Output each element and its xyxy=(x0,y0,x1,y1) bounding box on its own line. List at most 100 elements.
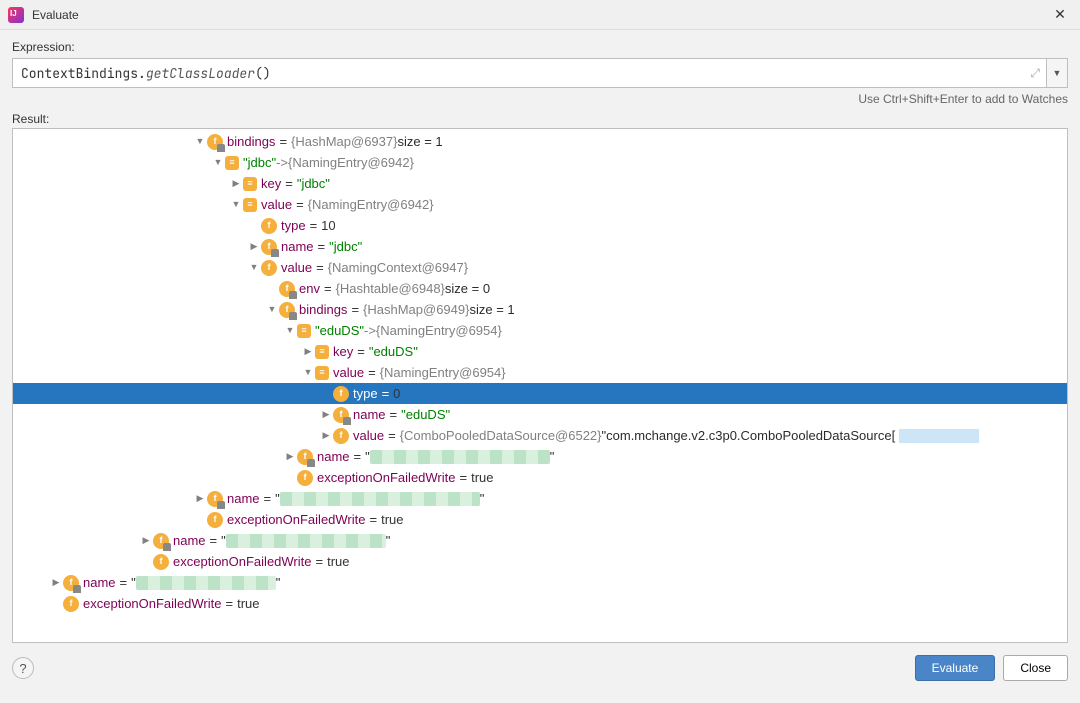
field-name: bindings xyxy=(227,131,275,152)
redacted-value xyxy=(370,450,550,464)
result-label: Result: xyxy=(12,112,1068,126)
field-name: exceptionOnFailedWrite xyxy=(173,551,312,572)
object-ref: {NamingEntry@6942} xyxy=(288,152,414,173)
equals-sign: = xyxy=(460,467,468,488)
field-icon: f xyxy=(153,554,169,570)
chevron-right-icon[interactable] xyxy=(49,572,63,593)
quote: " xyxy=(480,488,485,509)
field-name: name xyxy=(173,530,206,551)
tree-row[interactable]: ≡value = {NamingEntry@6942} xyxy=(13,194,1067,215)
chevron-down-icon[interactable] xyxy=(301,362,315,383)
footer: ? Evaluate Close xyxy=(0,643,1080,693)
chevron-right-icon[interactable] xyxy=(319,425,333,446)
field-lock-icon: f xyxy=(279,302,295,318)
expr-method: getClassLoader xyxy=(146,65,255,82)
close-button[interactable]: Close xyxy=(1003,655,1068,681)
expand-icon[interactable]: ⤢ xyxy=(1030,65,1040,81)
result-panel[interactable]: fbindings = {HashMap@6937} size = 1≡"jdb… xyxy=(12,128,1068,643)
field-name: name xyxy=(227,488,260,509)
chevron-down-icon[interactable] xyxy=(247,257,261,278)
help-button[interactable]: ? xyxy=(12,657,34,679)
tree-row[interactable]: fname = "jdbc" xyxy=(13,236,1067,257)
quote: " xyxy=(550,446,555,467)
object-ref: {NamingContext@6947} xyxy=(328,257,468,278)
field-icon: f xyxy=(333,428,349,444)
tree-row[interactable]: fvalue = {ComboPooledDataSource@6522} "c… xyxy=(13,425,1067,446)
chevron-down-icon[interactable] xyxy=(265,299,279,320)
chevron-right-icon[interactable] xyxy=(301,341,315,362)
quote: " xyxy=(276,572,281,593)
tree-row[interactable]: fexceptionOnFailedWrite = true xyxy=(13,509,1067,530)
field-icon: f xyxy=(261,218,277,234)
field-name: type xyxy=(353,383,378,404)
chevron-down-icon[interactable] xyxy=(229,194,243,215)
field-lock-icon: f xyxy=(279,281,295,297)
tostring-text: "com.mchange.v2.c3p0.ComboPooledDataSour… xyxy=(602,425,896,446)
object-ref: {NamingEntry@6942} xyxy=(308,194,434,215)
tree-row[interactable]: fbindings = {HashMap@6949} size = 1 xyxy=(13,299,1067,320)
tree-row[interactable]: fname = "" xyxy=(13,530,1067,551)
tree-row[interactable]: ftype = 0 xyxy=(13,383,1067,404)
expr-suffix: () xyxy=(255,65,271,82)
tree-row[interactable]: fenv = {Hashtable@6948} size = 0 xyxy=(13,278,1067,299)
tree-row[interactable]: fexceptionOnFailedWrite = true xyxy=(13,467,1067,488)
string-value: "eduDS" xyxy=(369,341,418,362)
tree-row[interactable]: fname = "" xyxy=(13,488,1067,509)
dialog-content: Expression: ContextBindings.getClassLoad… xyxy=(0,30,1080,643)
expression-input[interactable]: ContextBindings.getClassLoader() ⤢ xyxy=(12,58,1046,88)
tree-row[interactable]: fname = "eduDS" xyxy=(13,404,1067,425)
object-ref: {Hashtable@6948} xyxy=(336,278,445,299)
tree-row[interactable]: fname = "" xyxy=(13,446,1067,467)
tree-row[interactable]: ≡value = {NamingEntry@6954} xyxy=(13,362,1067,383)
tree-row[interactable]: ≡"eduDS" -> {NamingEntry@6954} xyxy=(13,320,1067,341)
chevron-right-icon[interactable] xyxy=(193,488,207,509)
equals-sign: = xyxy=(285,173,293,194)
tree-row[interactable]: ≡key = "eduDS" xyxy=(13,341,1067,362)
chevron-down-icon[interactable] xyxy=(193,131,207,152)
map-entry-icon: ≡ xyxy=(225,156,239,170)
equals-sign: = xyxy=(226,593,234,614)
primitive-value: 10 xyxy=(321,215,335,236)
field-name: exceptionOnFailedWrite xyxy=(227,509,366,530)
equals-sign: = xyxy=(279,131,287,152)
chevron-right-icon[interactable] xyxy=(139,530,153,551)
field-lock-icon: f xyxy=(333,407,349,423)
chevron-down-icon[interactable] xyxy=(211,152,225,173)
chevron-right-icon[interactable] xyxy=(319,404,333,425)
close-icon[interactable]: ✕ xyxy=(1048,3,1072,27)
chevron-right-icon[interactable] xyxy=(283,446,297,467)
expression-mode-toggle[interactable]: ▼ xyxy=(1046,58,1068,88)
tree-row[interactable]: fexceptionOnFailedWrite = true xyxy=(13,551,1067,572)
equals-sign: = xyxy=(357,341,365,362)
field-name: name xyxy=(353,404,386,425)
chevron-right-icon[interactable] xyxy=(247,236,261,257)
tree-row[interactable]: ftype = 10 xyxy=(13,215,1067,236)
equals-sign: = xyxy=(296,194,304,215)
field-name: name xyxy=(83,572,116,593)
quote: " xyxy=(386,530,391,551)
redacted-value xyxy=(136,576,276,590)
tree-row[interactable]: ≡key = "jdbc" xyxy=(13,173,1067,194)
equals-sign: = xyxy=(370,509,378,530)
tree-row[interactable]: fvalue = {NamingContext@6947} xyxy=(13,257,1067,278)
window-title: Evaluate xyxy=(32,8,1048,22)
tree-row[interactable]: fbindings = {HashMap@6937} size = 1 xyxy=(13,131,1067,152)
primitive-value: 0 xyxy=(393,383,400,404)
arrow-text: -> xyxy=(276,152,288,173)
map-entry-icon: ≡ xyxy=(243,198,257,212)
evaluate-button[interactable]: Evaluate xyxy=(915,655,996,681)
tree-row[interactable]: fname = "" xyxy=(13,572,1067,593)
tree-row[interactable]: fexceptionOnFailedWrite = true xyxy=(13,593,1067,614)
field-name: bindings xyxy=(299,299,347,320)
expr-dot: . xyxy=(138,65,146,82)
shortcut-hint: Use Ctrl+Shift+Enter to add to Watches xyxy=(12,92,1068,106)
field-name: name xyxy=(317,446,350,467)
field-icon: f xyxy=(297,470,313,486)
chevron-down-icon[interactable] xyxy=(283,320,297,341)
field-lock-icon: f xyxy=(207,134,223,150)
string-value: "jdbc" xyxy=(329,236,362,257)
tree-row[interactable]: ≡"jdbc" -> {NamingEntry@6942} xyxy=(13,152,1067,173)
field-icon: f xyxy=(333,386,349,402)
chevron-right-icon[interactable] xyxy=(229,173,243,194)
string-value: "eduDS" xyxy=(401,404,450,425)
